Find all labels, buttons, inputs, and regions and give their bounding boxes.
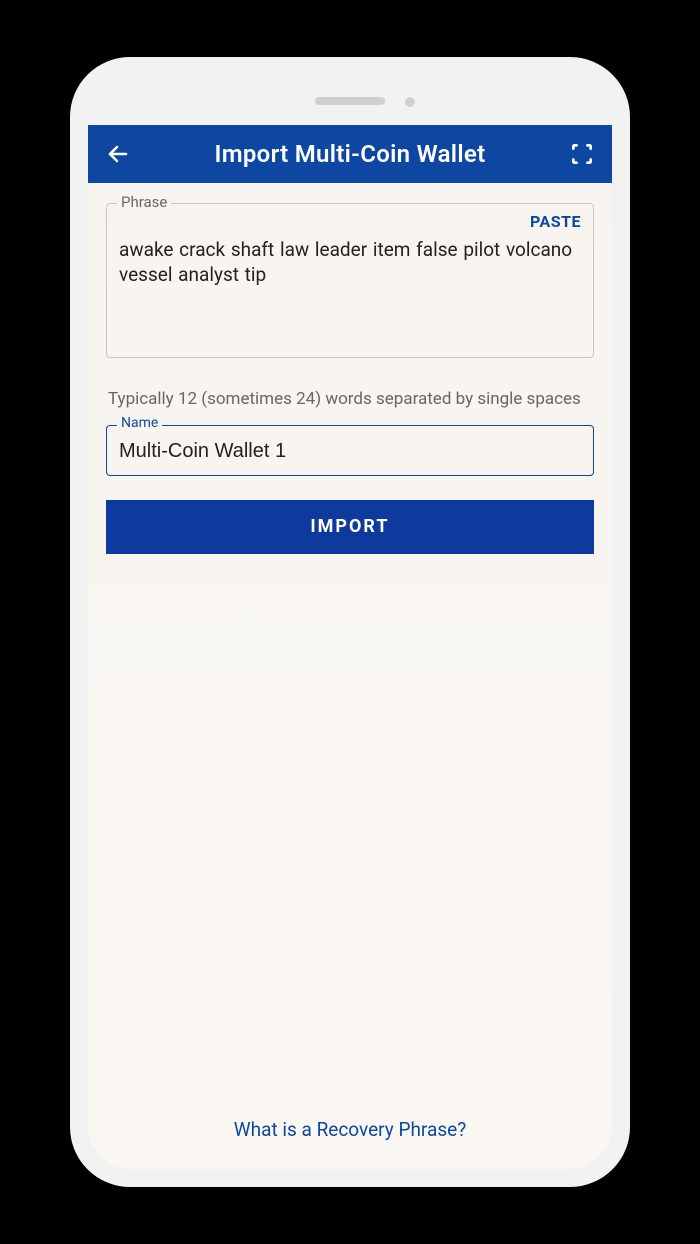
- phone-speaker: [315, 97, 385, 105]
- scan-icon: [569, 141, 595, 167]
- scan-button[interactable]: [566, 138, 598, 170]
- spacer: [106, 554, 594, 1100]
- appbar: Import Multi-Coin Wallet: [88, 125, 612, 183]
- name-field-container[interactable]: Name: [106, 425, 594, 476]
- phone-camera: [405, 97, 415, 107]
- screen: Import Multi-Coin Wallet Phrase PASTE aw…: [88, 125, 612, 1169]
- phrase-field[interactable]: Phrase PASTE awake crack shaft law leade…: [106, 203, 594, 358]
- name-input[interactable]: [119, 440, 581, 463]
- name-label: Name: [117, 415, 162, 431]
- phrase-hint: Typically 12 (sometimes 24) words separa…: [106, 388, 594, 411]
- recovery-phrase-link[interactable]: What is a Recovery Phrase?: [106, 1100, 594, 1169]
- appbar-title: Import Multi-Coin Wallet: [134, 140, 566, 168]
- phrase-text[interactable]: awake crack shaft law leader item false …: [119, 238, 581, 287]
- content-area: Phrase PASTE awake crack shaft law leade…: [88, 183, 612, 1169]
- back-button[interactable]: [102, 138, 134, 170]
- phrase-label: Phrase: [117, 193, 171, 211]
- arrow-left-icon: [106, 142, 130, 166]
- import-button[interactable]: IMPORT: [106, 500, 594, 554]
- paste-button[interactable]: PASTE: [530, 212, 581, 231]
- phone-frame: Import Multi-Coin Wallet Phrase PASTE aw…: [70, 57, 630, 1187]
